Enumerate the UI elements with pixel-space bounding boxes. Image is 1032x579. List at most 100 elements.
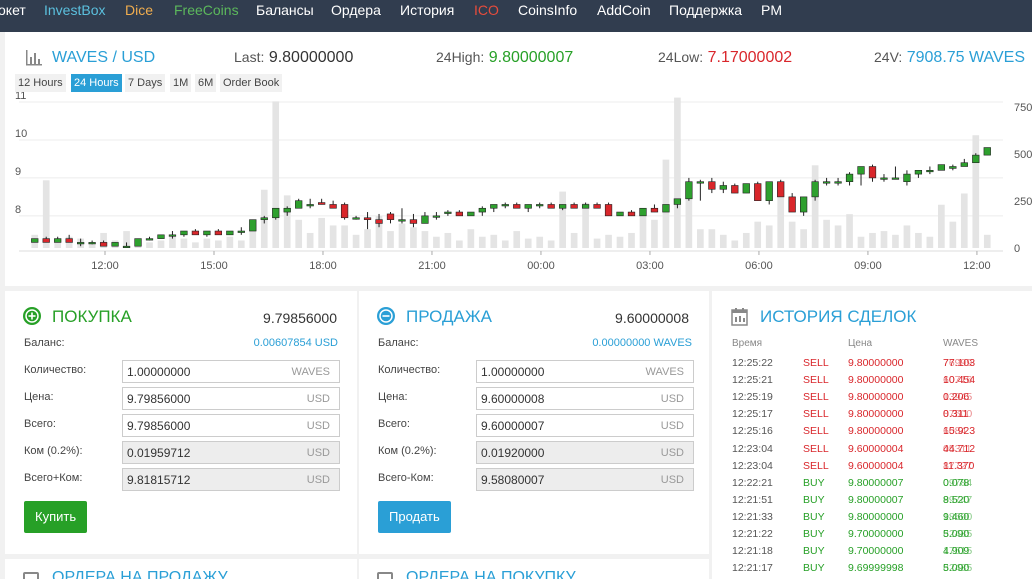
sell-amount-label: Количество: [378,364,441,376]
buy-button[interactable]: Купить [24,501,88,533]
candle-body [318,202,326,205]
trade-price: 9.80000000 [848,391,904,404]
candle-body [455,211,463,217]
volume-bar [674,97,681,248]
tf-12-hours[interactable]: 12 Hours [15,74,66,92]
x-tick-label: 09:00 [854,260,882,272]
trade-time: 12:25:21 [732,374,773,387]
buy-panel: ПОКУПКА 9.79856000 Баланс: 0.00607854 US… [5,291,357,554]
sell-total-label: Всего: [378,418,410,430]
candle-body [742,183,750,194]
nav-item-history[interactable]: История [400,2,454,18]
nav-item-dice[interactable]: Dice [125,2,153,18]
volume-label: 24V: [874,49,903,65]
volume-bar [467,229,475,248]
sell-total-input[interactable]: 9.60000007 USD [476,414,694,437]
volume-bar [215,240,222,248]
candle-body [570,204,578,209]
volume-bar [582,202,589,248]
volume-bar [364,229,371,248]
candle-body [777,181,785,198]
volume-bar [88,244,96,248]
candle-body [765,181,773,201]
trade-row: 12:21:17 BUY 9.69999998 5.090 82485 [712,562,1032,579]
y2-tick-label: 0 [1014,243,1020,255]
nav-item-coinsinfo[interactable]: CoinsInfo [518,2,577,18]
trade-type: BUY [803,510,825,523]
trade-row: 12:23:04 SELL 9.60000004 44.712 05311 [712,443,1032,460]
nav-item-orders[interactable]: Ордера [331,2,381,18]
buy-price-input[interactable]: 9.79856000 USD [122,387,340,410]
volume-bar [639,214,647,248]
trade-time: 12:25:22 [732,357,773,369]
sell-amount-value[interactable]: 1.00000000 [481,365,544,379]
trade-time: 12:25:17 [732,408,773,421]
sell-total-fee-unit: USD [660,474,684,486]
trade-amount-tail: 17515 [943,545,973,558]
candle-body [536,204,544,207]
candle-body [960,162,968,167]
sell-balance-value[interactable]: 0.00000000 WAVES [592,337,692,349]
trade-time: 12:21:51 [732,493,773,506]
volume-bar [880,231,888,248]
tf-7-days[interactable]: 7 Days [125,74,166,92]
nav-item-investbox[interactable]: InvestBox [44,2,105,18]
nav-item-rocket[interactable]: окет [0,2,26,18]
y-tick-label: 10 [15,128,27,140]
tf-6-months[interactable]: 6M [195,74,217,92]
trade-row: 12:25:21 SELL 9.80000000 10.454 60716 [712,374,1032,391]
sell-fee-label: Ком (0.2%): [378,445,437,457]
buy-total-value[interactable]: 9.79856000 [127,419,190,433]
y-tick-label: 8 [15,204,21,216]
volume-bar [903,225,911,248]
nav-item-support[interactable]: Поддержка [669,2,742,18]
nav-item-balances[interactable]: Балансы [256,2,314,18]
history-col-price: Цена [848,338,873,349]
tf-24-hours[interactable]: 24 Hours [71,74,122,92]
trade-price: 9.80000000 [848,374,904,387]
candle-body [880,177,888,180]
sell-total-unit: USD [660,420,684,432]
volume-bar [697,229,704,248]
nav-item-addcoin[interactable]: AddCoin [597,2,651,18]
buy-price-value[interactable]: 9.79856000 [127,392,190,406]
sell-price-value[interactable]: 9.60000008 [481,392,544,406]
tf-order-book[interactable]: Order Book [220,74,283,92]
last-label: Last: [234,49,265,65]
buy-balance-value[interactable]: 0.00607854 USD [254,337,338,349]
buy-amount-value[interactable]: 1.00000000 [127,365,190,379]
market-pair: WAVES / USD [52,49,155,67]
candle-body [444,211,452,214]
volume-bar [490,234,498,248]
x-tick-label: 00:00 [527,260,555,272]
trade-price: 9.60000004 [848,442,904,455]
sell-price-input[interactable]: 9.60000008 USD [476,387,694,410]
tf-1-month[interactable]: 1M [170,74,192,92]
volume-bar [777,193,785,248]
volume-bar [547,240,555,248]
sell-button[interactable]: Продать [378,501,451,533]
sell-total-value[interactable]: 9.60000007 [481,419,544,433]
y2-tick-label: 250 [1014,196,1032,208]
buy-total-input[interactable]: 9.79856000 USD [122,414,340,437]
trade-type: SELL [803,391,829,404]
candle-body [272,207,280,219]
trade-price: 9.69999998 [848,562,904,575]
nav-item-ico[interactable]: ICO [474,2,499,18]
candle-body [145,238,154,241]
volume-bar [433,236,440,248]
sell-fee-unit: USD [660,447,684,459]
buy-total-fee-unit: USD [306,474,330,486]
trade-price: 9.80000007 [848,476,904,489]
candle-body [788,196,796,213]
buy-amount-input[interactable]: 1.00000000 WAVES [122,360,340,383]
pair-quote: USD [121,49,156,66]
sell-amount-input[interactable]: 1.00000000 WAVES [476,360,694,383]
candle-body [340,204,349,219]
volume-bar [915,232,922,248]
trade-type: SELL [803,442,829,455]
nav-item-pm[interactable]: PM [761,2,782,18]
price-chart: 111098750500250012:00 15:00 18:00 21:00 00:0… [15,90,1032,272]
trade-amount-tail: 6084 [943,425,967,438]
nav-item-freecoins[interactable]: FreeCoins [174,2,239,18]
